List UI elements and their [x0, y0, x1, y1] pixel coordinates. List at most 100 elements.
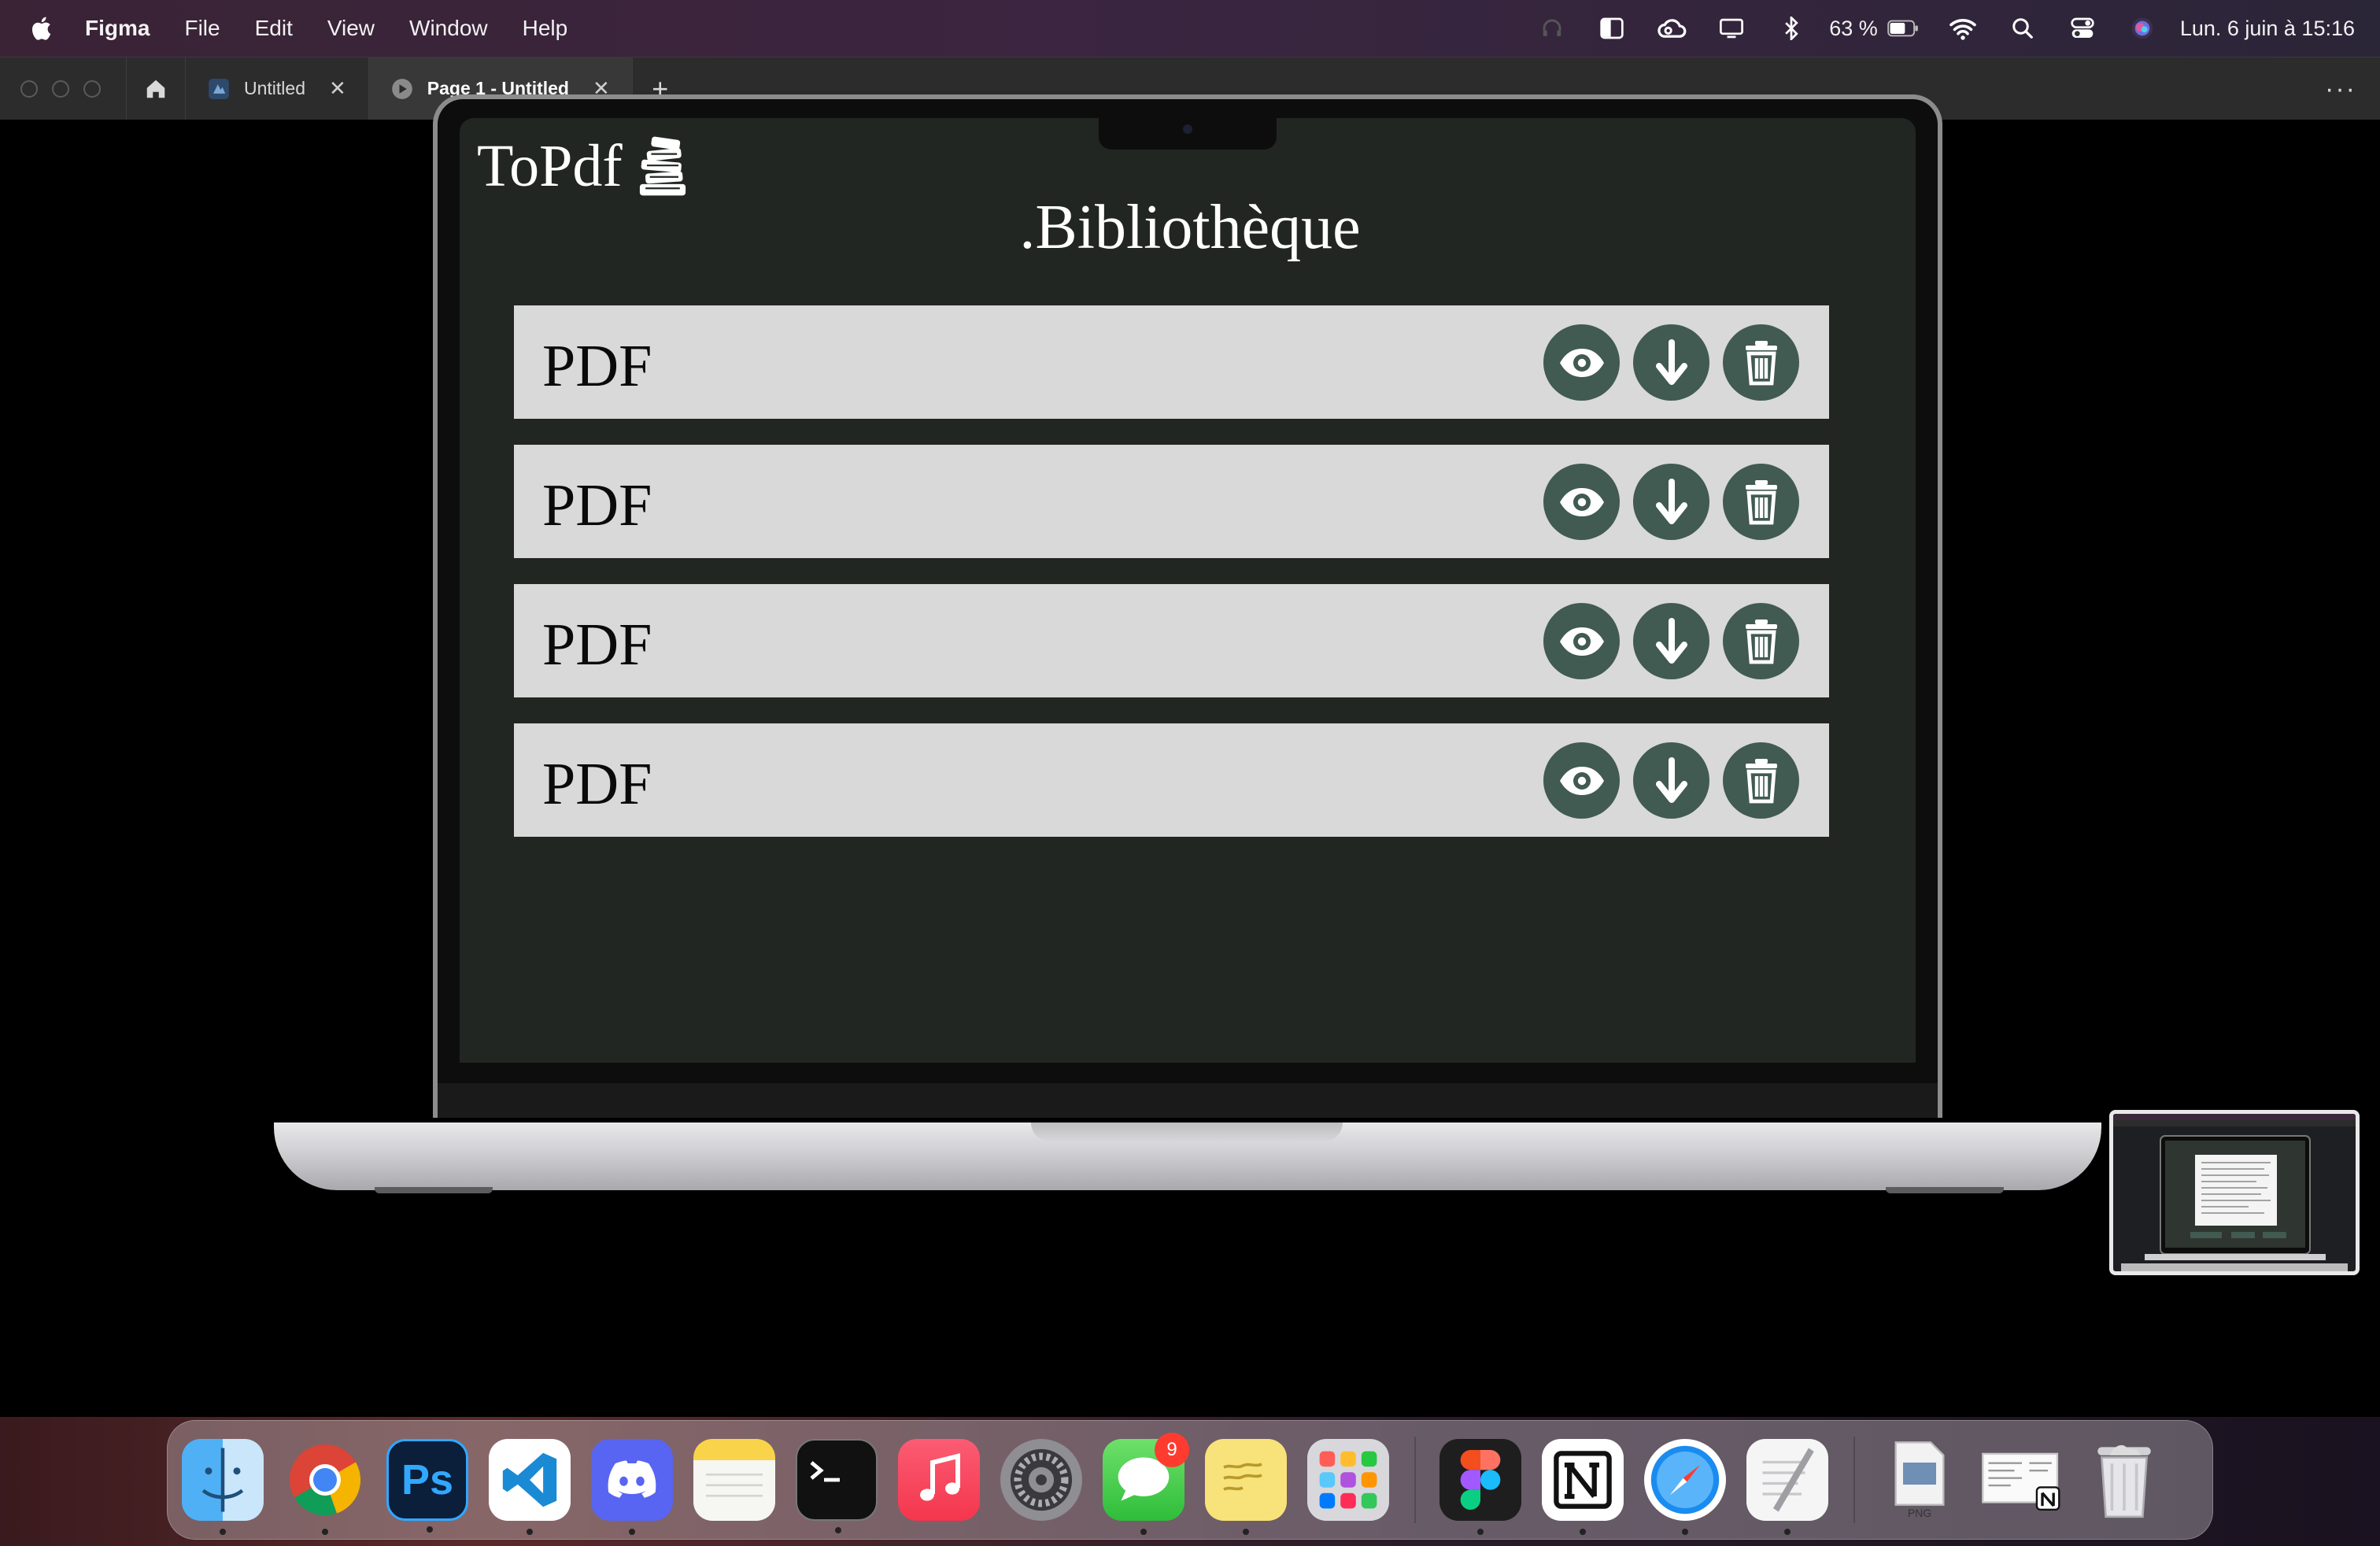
- dock-messages[interactable]: 9: [1103, 1433, 1189, 1535]
- pdf-row: PDF: [514, 305, 1829, 419]
- view-pdf-button[interactable]: [1543, 603, 1620, 679]
- prototype-play-icon: [391, 78, 412, 99]
- menubar-datetime[interactable]: Lun. 6 juin à 15:16: [2180, 17, 2355, 41]
- minimize-window-button[interactable]: [52, 80, 69, 98]
- more-options-button[interactable]: ···: [2325, 57, 2356, 120]
- battery-icon[interactable]: [1887, 13, 1919, 44]
- dock-terminal[interactable]: [796, 1439, 878, 1533]
- dock-discord[interactable]: [591, 1439, 673, 1535]
- trash-icon: [1745, 479, 1777, 524]
- running-indicator: [427, 1526, 433, 1533]
- control-center-icon[interactable]: [2067, 13, 2098, 44]
- display-icon[interactable]: [1716, 13, 1747, 44]
- pdf-label: PDF: [542, 611, 652, 678]
- terminal-icon: [810, 1461, 840, 1482]
- running-indicator: [322, 1529, 328, 1535]
- laptop-notch: [1099, 118, 1277, 150]
- delete-pdf-button[interactable]: [1723, 324, 1799, 401]
- view-pdf-button[interactable]: [1543, 464, 1620, 540]
- eye-icon: [1559, 766, 1604, 795]
- bluetooth-icon[interactable]: [1776, 13, 1807, 44]
- dock-safari[interactable]: [1644, 1439, 1726, 1535]
- dock-trash[interactable]: [2083, 1439, 2165, 1521]
- download-icon: [1655, 617, 1687, 664]
- sidebar-icon[interactable]: [1596, 13, 1628, 44]
- dock-music[interactable]: [898, 1439, 980, 1521]
- apple-menu-icon[interactable]: [28, 14, 57, 43]
- dock-stickies[interactable]: [1205, 1439, 1287, 1535]
- trash-icon: [1745, 758, 1777, 803]
- download-pdf-button[interactable]: [1633, 324, 1709, 401]
- screenshot-thumbnail-preview[interactable]: [2109, 1110, 2360, 1275]
- menu-view[interactable]: View: [327, 16, 375, 41]
- headphones-icon[interactable]: [1536, 13, 1568, 44]
- spotlight-search-icon[interactable]: [2007, 13, 2038, 44]
- pdf-row: PDF: [514, 723, 1829, 837]
- pdf-row-actions: [1543, 603, 1799, 679]
- menu-edit[interactable]: Edit: [255, 16, 293, 41]
- pdf-label: PDF: [542, 750, 652, 817]
- zoom-window-button[interactable]: [83, 80, 101, 98]
- menu-file[interactable]: File: [184, 16, 220, 41]
- dock-finder[interactable]: [182, 1439, 264, 1535]
- running-indicator: [1682, 1529, 1688, 1535]
- pdf-row-actions: [1543, 324, 1799, 401]
- pdf-row-actions: [1543, 742, 1799, 819]
- running-indicator: [629, 1529, 635, 1535]
- close-tab-icon[interactable]: ✕: [329, 76, 346, 101]
- menu-app-figma[interactable]: Figma: [85, 16, 150, 41]
- pdf-label: PDF: [542, 472, 652, 538]
- tab-untitled[interactable]: Untitled ✕: [186, 57, 369, 120]
- running-indicator: [1784, 1529, 1791, 1535]
- notion-icon: [1554, 1451, 1612, 1509]
- window-controls: [0, 57, 126, 120]
- dock-chrome[interactable]: [284, 1439, 366, 1535]
- vscode-icon: [502, 1452, 557, 1507]
- document-thumbnail-icon: [1982, 1452, 2060, 1511]
- creative-cloud-icon[interactable]: [1656, 13, 1687, 44]
- wifi-icon[interactable]: [1947, 13, 1979, 44]
- delete-pdf-button[interactable]: [1723, 742, 1799, 819]
- download-icon: [1655, 756, 1687, 803]
- delete-pdf-button[interactable]: [1723, 603, 1799, 679]
- dock-notion[interactable]: [1542, 1439, 1624, 1535]
- download-pdf-button[interactable]: [1633, 603, 1709, 679]
- dock-system-preferences[interactable]: [1000, 1439, 1082, 1521]
- siri-icon[interactable]: [2127, 13, 2158, 44]
- menu-bar: Figma File Edit View Window Help 63 % Lu…: [0, 0, 2380, 57]
- download-pdf-button[interactable]: [1633, 464, 1709, 540]
- pdf-row-actions: [1543, 464, 1799, 540]
- topdf-logo[interactable]: ToPdf: [477, 132, 692, 201]
- pdf-label: PDF: [542, 332, 652, 399]
- dock: Ps 9 PNG: [167, 1420, 2213, 1540]
- dock-launchpad[interactable]: [1307, 1439, 1389, 1521]
- running-indicator: [1140, 1529, 1147, 1535]
- dock-figma[interactable]: [1439, 1439, 1521, 1535]
- dock-downloads-stack[interactable]: PNG: [1879, 1439, 1961, 1521]
- close-window-button[interactable]: [20, 80, 38, 98]
- messages-unread-badge: 9: [1155, 1433, 1189, 1467]
- home-button[interactable]: [126, 57, 186, 120]
- eye-icon: [1559, 487, 1604, 516]
- menu-help[interactable]: Help: [523, 16, 568, 41]
- download-pdf-button[interactable]: [1633, 742, 1709, 819]
- textedit-pen-icon: [1762, 1448, 1814, 1512]
- menu-window[interactable]: Window: [409, 16, 488, 41]
- discord-icon: [608, 1460, 656, 1498]
- running-indicator: [1243, 1529, 1249, 1535]
- pdf-row: PDF: [514, 445, 1829, 558]
- dock-textedit[interactable]: [1746, 1439, 1828, 1535]
- screenshot-thumbnail-image: [2113, 1114, 2356, 1271]
- view-pdf-button[interactable]: [1543, 742, 1620, 819]
- dock-photoshop[interactable]: Ps: [386, 1439, 468, 1533]
- png-file-label: PNG: [1907, 1507, 1932, 1519]
- dock-vscode[interactable]: [489, 1439, 571, 1535]
- dock-notes[interactable]: [693, 1439, 775, 1521]
- png-file-icon: [1894, 1441, 1945, 1506]
- view-pdf-button[interactable]: [1543, 324, 1620, 401]
- dock-recent-screenshot[interactable]: [1981, 1439, 2063, 1521]
- dock-separator: [1853, 1437, 1855, 1523]
- delete-pdf-button[interactable]: [1723, 464, 1799, 540]
- launchpad-grid-icon: [1319, 1451, 1377, 1509]
- chrome-icon: [290, 1444, 361, 1516]
